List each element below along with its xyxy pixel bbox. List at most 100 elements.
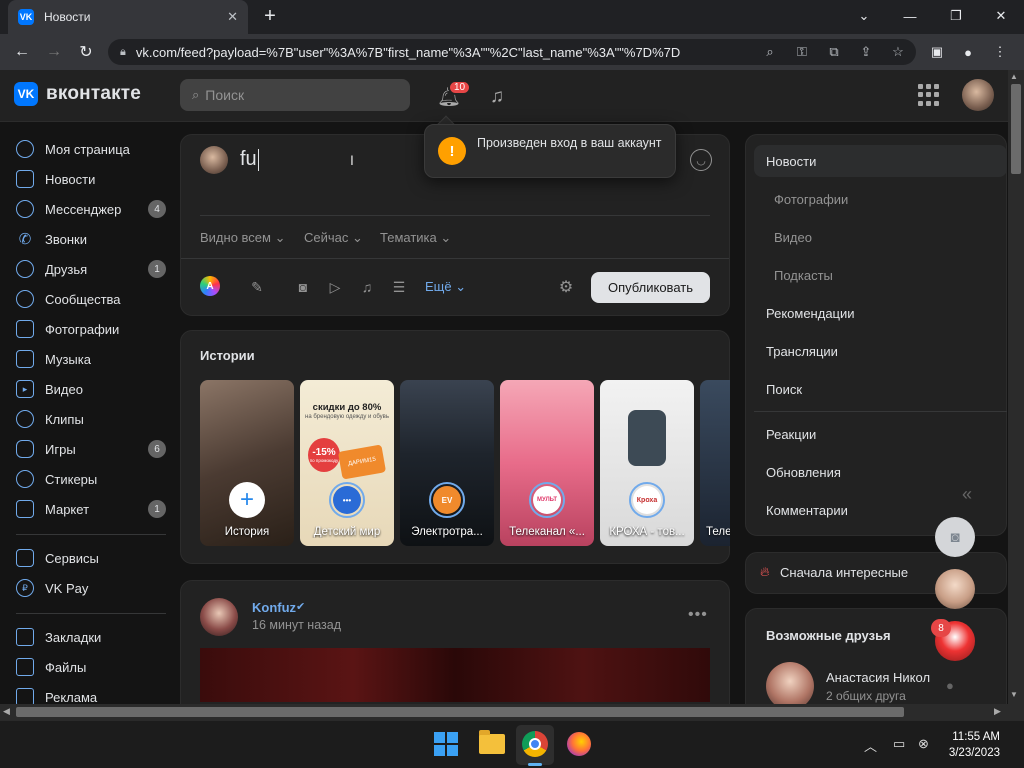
forward-arrow-icon[interactable]: → [42,40,66,64]
filter-video[interactable]: Видео [774,230,812,245]
lock-icon[interactable]: 🔒︎ [120,46,126,59]
friend-name[interactable]: Анастасия Никол [826,670,930,685]
story-card[interactable]: МУЛЬТ Телеканал «... [500,380,594,546]
nav-communities[interactable]: Сообщества [0,284,172,314]
nav-bookmarks[interactable]: Закладки [0,622,172,652]
profile-icon[interactable]: ● [958,42,978,62]
browser-tab[interactable]: VK Новости ✕ [8,0,248,34]
key-icon[interactable]: ⚿ [792,42,812,62]
vertical-scroll-thumb[interactable] [1011,84,1021,174]
nav-friends[interactable]: Друзья 1 [0,254,172,284]
post-image[interactable] [200,648,710,702]
minimize-icon[interactable]: — [898,4,922,28]
filter-search[interactable]: Поиск [766,382,802,397]
filter-updates[interactable]: Обновления [766,465,841,480]
story-card[interactable]: EV Электротра... [400,380,494,546]
nav-files[interactable]: Файлы [0,652,172,682]
chat-camera-icon[interactable]: ◙ [935,517,975,557]
close-window-icon[interactable]: ✕ [989,4,1013,28]
scroll-right-icon[interactable]: ▶ [994,706,1001,717]
visibility-dropdown[interactable]: Видно всем ⌄ [200,230,286,246]
topic-dropdown[interactable]: Тематика ⌄ [380,230,451,246]
horizontal-scroll-thumb[interactable] [16,707,904,717]
nav-vkpay[interactable]: ₽ VK Pay [0,573,172,603]
vk-logo[interactable]: VK вконтакте [14,82,141,106]
windows-start-icon[interactable] [434,732,458,756]
friend-avatar[interactable] [766,662,814,710]
filter-reactions[interactable]: Реакции [766,427,816,442]
filter-recommendations[interactable]: Рекомендации [766,306,855,321]
collapse-chats-icon[interactable]: « [962,484,972,505]
story-card[interactable]: Кроха КРОХА - тов... [600,380,694,546]
more-attachments-button[interactable]: Ещё ⌄ [425,279,466,295]
firefox-icon[interactable] [567,732,591,756]
gear-icon[interactable]: ⚙ [555,276,577,298]
file-explorer-icon[interactable] [479,730,505,754]
nav-messenger[interactable]: Мессенджер 4 [0,194,172,224]
back-arrow-icon[interactable]: ← [10,40,34,64]
post-author-avatar[interactable] [200,598,238,636]
new-tab-plus-icon[interactable]: + [258,4,282,28]
possible-friends-title[interactable]: Возможные друзья [766,628,891,643]
translate-icon[interactable]: ⧉ [824,42,844,62]
post-author-name[interactable]: Konfuz [252,600,296,615]
search-input[interactable]: ⌕ Поиск [180,79,410,111]
chat-message-icon[interactable]: ● [946,678,954,693]
zoom-search-icon[interactable]: ⌕ [760,42,780,62]
filter-broadcasts[interactable]: Трансляции [766,344,838,359]
nav-stickers[interactable]: Стикеры [0,464,172,494]
bookmark-star-icon[interactable]: ☆ [888,42,908,62]
nav-video[interactable]: ▸ Видео [0,374,172,404]
nav-games[interactable]: Игры 6 [0,434,172,464]
add-story-plus-icon[interactable]: + [229,482,265,518]
restore-icon[interactable]: ❐ [944,4,968,28]
camera-icon[interactable]: ◙ [292,276,314,298]
browser-menu-icon[interactable]: ⋮ [990,42,1010,62]
user-avatar[interactable] [962,79,994,111]
reload-icon[interactable]: ↻ [74,40,98,64]
volume-muted-icon[interactable]: ⊗ [918,736,929,752]
nav-my-page[interactable]: Моя страница [0,134,172,164]
tab-search-chevron-icon[interactable]: ⌄ [852,4,876,28]
story-card[interactable]: скидки до 80% на брендовую одежду и обув… [300,380,394,546]
nav-clips[interactable]: Клипы [0,404,172,434]
music-player-icon[interactable]: ♫ [484,84,510,110]
nav-market[interactable]: Маркет 1 [0,494,172,524]
post-timestamp[interactable]: 16 минут назад [252,618,341,632]
nav-calls[interactable]: ✆ Звонки [0,224,172,254]
filter-news[interactable]: Новости [766,154,816,169]
story-card-add[interactable]: + История [200,380,294,546]
composer-text-input[interactable]: fu [240,148,259,171]
chat-bubble-avatar[interactable] [935,569,975,609]
time-dropdown[interactable]: Сейчас ⌄ [304,230,363,246]
nav-news[interactable]: Новости [0,164,172,194]
nav-music[interactable]: Музыка [0,344,172,374]
apps-grid-icon[interactable] [918,84,940,106]
share-icon[interactable]: ⇪ [856,42,876,62]
article-icon[interactable]: ☰ [388,276,410,298]
story-card-partial[interactable]: Теле [700,380,730,546]
scroll-down-icon[interactable]: ▼ [1010,690,1018,699]
publish-button[interactable]: Опубликовать [591,272,710,303]
scroll-up-icon[interactable]: ▲ [1010,72,1018,81]
emoji-icon[interactable]: ◡ [690,149,712,171]
ai-bulb-icon[interactable]: ✎ [246,276,268,298]
tray-chevron-up-icon[interactable]: ︿ [864,736,877,755]
chrome-icon[interactable] [522,731,548,757]
post-more-icon[interactable]: ••• [688,606,708,624]
filter-photos[interactable]: Фотографии [774,192,848,207]
display-icon[interactable]: ▭ [893,736,905,752]
play-video-icon[interactable]: ▷ [324,276,346,298]
music-attach-icon[interactable]: ♫ [356,276,378,298]
filter-comments[interactable]: Комментарии [766,503,848,518]
text-background-icon[interactable]: A [200,276,220,296]
filter-podcasts[interactable]: Подкасты [774,268,833,283]
taskbar-clock[interactable]: 11:55 AM 3/23/2023 [940,729,1000,761]
nav-services[interactable]: Сервисы [0,543,172,573]
sort-label[interactable]: Сначала интересные [780,565,908,580]
close-tab-icon[interactable]: ✕ [227,9,238,25]
nav-label: Клипы [45,411,84,427]
nav-photos[interactable]: Фотографии [0,314,172,344]
scroll-left-icon[interactable]: ◀ [3,706,10,717]
side-panel-icon[interactable]: ▣ [927,42,947,62]
